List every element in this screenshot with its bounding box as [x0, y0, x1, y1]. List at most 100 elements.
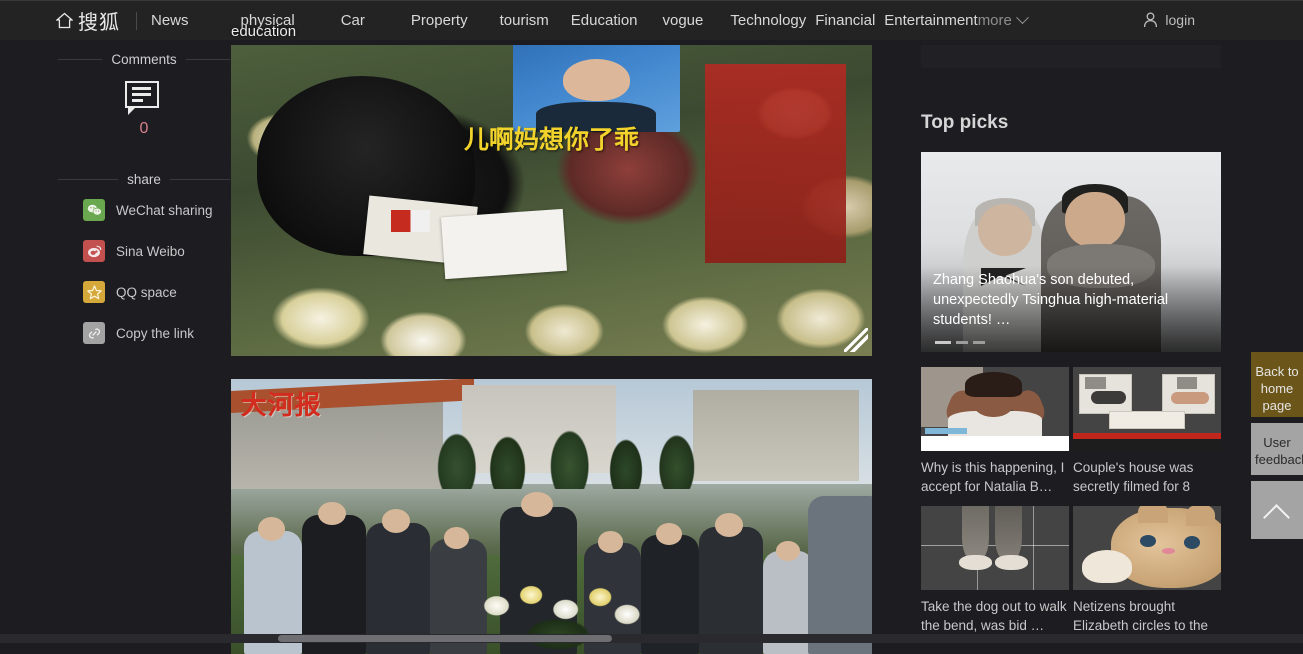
person-head	[258, 517, 285, 541]
weibo-icon	[83, 240, 105, 262]
nav-divider	[136, 12, 137, 30]
carousel-dot-1[interactable]	[935, 341, 951, 344]
thumb-cat-ear-2	[1186, 506, 1216, 526]
nav-item-tourism[interactable]: tourism	[500, 12, 549, 29]
rule-right	[186, 59, 230, 60]
left-share-rail: Comments 0 share W	[58, 52, 230, 363]
comment-line-1	[132, 87, 151, 90]
thumb-cat-nose	[1162, 548, 1175, 554]
share-item-wechat[interactable]: WeChat sharing	[83, 199, 230, 221]
share-heading-row: share	[58, 172, 230, 187]
rule-right-share	[170, 179, 230, 180]
person-head	[598, 531, 624, 553]
rule-left-share	[58, 179, 118, 180]
condolence-card-1	[440, 209, 566, 280]
thumb-hair	[965, 372, 1021, 397]
video-corner-icon	[844, 328, 868, 352]
thumb-white-bar	[921, 436, 1069, 451]
nav-item-vogue[interactable]: vogue	[663, 12, 704, 29]
comments-heading: Comments	[111, 52, 176, 67]
person-head	[521, 492, 553, 518]
article-category-tag: education	[231, 23, 296, 40]
share-label-wechat: WeChat sharing	[116, 203, 213, 218]
dog-paws-tile-floor-thumb	[921, 506, 1069, 590]
list-item-title: Couple's house was secretly filmed for 8…	[1073, 458, 1221, 496]
thumb-news-black-bar	[1073, 439, 1221, 451]
scroll-to-top-button[interactable]	[1251, 481, 1303, 539]
hero-caption: Zhang Shaohua's son debuted, unexpectedl…	[933, 270, 1213, 330]
nav-item-education[interactable]: Education	[571, 12, 638, 29]
top-navigation-bar: 搜狐 News physical Car Property tourism Ed…	[0, 0, 1303, 40]
share-item-copy-link[interactable]: Copy the link	[83, 322, 230, 344]
comment-count: 0	[58, 120, 230, 138]
home-icon	[56, 12, 73, 29]
list-item-title: Why is this happening, I accept for Nata…	[921, 458, 1069, 496]
thumb-pillow-left	[1085, 377, 1106, 389]
sohu-logo-text: 搜狐	[78, 6, 120, 35]
caret-up-icon	[1264, 497, 1290, 523]
bedroom-surveillance-thumb	[1073, 367, 1221, 451]
flag-patch	[391, 210, 429, 232]
share-label-copy-link: Copy the link	[116, 326, 194, 341]
chevron-down-icon[interactable]	[1016, 11, 1029, 24]
thumb-person-right	[1171, 392, 1209, 404]
hero-face-young	[1065, 192, 1125, 248]
share-list: WeChat sharing Sina Weibo QQ space	[58, 199, 230, 344]
carousel-dot-2[interactable]	[956, 341, 968, 344]
top-picks-grid: Why is this happening, I accept for Nata…	[921, 367, 1221, 635]
thumb-dog-paw-1	[959, 555, 992, 570]
comment-line-2	[132, 93, 151, 96]
image-overlay-text: 儿啊妈想你了乖	[464, 120, 639, 156]
red-banner	[705, 64, 846, 263]
person	[808, 496, 872, 654]
hero-carousel-dots[interactable]	[935, 341, 985, 344]
user-icon	[1143, 12, 1158, 28]
nav-item-more[interactable]: more	[978, 12, 1012, 29]
comment-bubble-tail	[128, 107, 136, 115]
comment-bubble-icon[interactable]	[125, 81, 163, 114]
image-watermark: 大河报	[241, 385, 322, 422]
user-feedback-button[interactable]: User feedback	[1251, 423, 1303, 475]
nav-item-news[interactable]: News	[151, 12, 189, 29]
list-item[interactable]: Couple's house was secretly filmed for 8…	[1073, 367, 1221, 496]
list-item[interactable]: Netizens brought Elizabeth circles to th…	[1073, 506, 1221, 635]
qq-star-icon	[83, 281, 105, 303]
article-image-1[interactable]: education 儿啊妈想你了乖	[231, 45, 872, 356]
carousel-dot-3[interactable]	[973, 341, 985, 344]
horizontal-scrollbar[interactable]	[0, 634, 1303, 643]
comments-heading-row: Comments	[58, 52, 230, 67]
thumb-person-left	[1091, 391, 1127, 404]
person-head	[656, 523, 682, 545]
list-item[interactable]: Take the dog out to walk the bend, was b…	[921, 506, 1069, 635]
list-item-title: Netizens brought Elizabeth circles to th…	[1073, 597, 1221, 635]
woman-hands-on-head-thumb	[921, 367, 1069, 451]
share-item-weibo[interactable]: Sina Weibo	[83, 240, 230, 262]
top-picks-title: Top picks	[921, 112, 1008, 134]
back-to-home-button[interactable]: Back to home page	[1251, 352, 1303, 417]
nav-item-car[interactable]: Car	[341, 12, 365, 29]
funeral-procession-photo: 大河报	[231, 379, 872, 654]
poster-face	[563, 59, 630, 101]
hero-face-elderly	[978, 204, 1032, 256]
partial-widget-above	[921, 45, 1221, 68]
thumb-dog-paw-2	[995, 555, 1028, 570]
share-item-qq-space[interactable]: QQ space	[83, 281, 230, 303]
login-label: login	[1165, 12, 1195, 28]
horizontal-scrollbar-thumb[interactable]	[278, 635, 612, 642]
thumb-news-red-bar	[1073, 433, 1221, 440]
nav-item-entertainment[interactable]: Entertainment	[884, 12, 977, 29]
nav-item-technology[interactable]: Technology	[730, 12, 806, 29]
list-item[interactable]: Why is this happening, I accept for Nata…	[921, 367, 1069, 496]
sohu-logo[interactable]: 搜狐	[56, 6, 120, 35]
kitten-close-up-thumb	[1073, 506, 1221, 590]
nav-item-financial[interactable]: Financial	[815, 12, 875, 29]
rule-left	[58, 59, 102, 60]
nav-item-property[interactable]: Property	[411, 12, 468, 29]
thumb-caption-tag	[925, 428, 966, 434]
thumb-dog-leg-2	[995, 506, 1022, 561]
floating-side-tabs: Back to home page User feedback	[1251, 352, 1303, 545]
hero-card[interactable]: Zhang Shaohua's son debuted, unexpectedl…	[921, 152, 1221, 352]
article-image-2[interactable]: 大河报	[231, 379, 872, 654]
login-button[interactable]: login	[1143, 12, 1195, 28]
list-item-title: Take the dog out to walk the bend, was b…	[921, 597, 1069, 635]
